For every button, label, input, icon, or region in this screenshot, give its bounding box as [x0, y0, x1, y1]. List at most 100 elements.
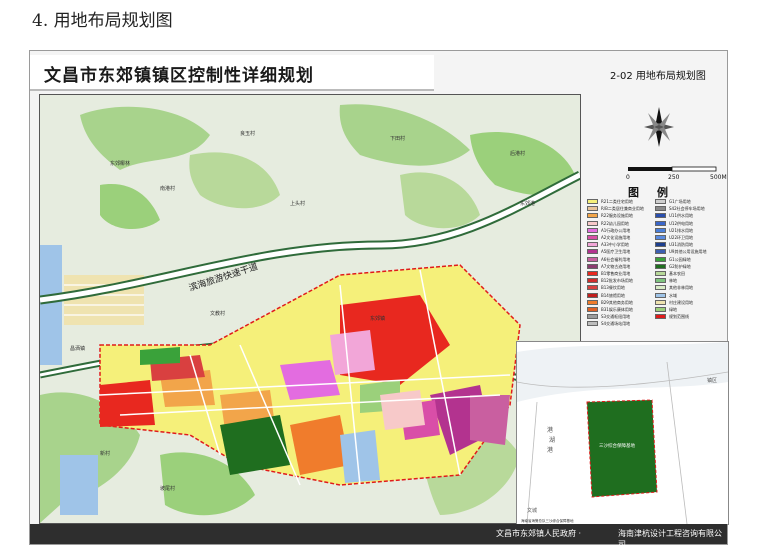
legend-label: U31消防用地: [669, 242, 694, 248]
sheet-number: 2-02 用地布局规划图: [610, 71, 706, 82]
legend-swatch: [655, 314, 666, 320]
legend-swatch: [655, 227, 666, 233]
legend-swatch: [587, 292, 598, 298]
place-label: 上头村: [290, 200, 305, 207]
land-use-map: 滨海旅游快速干道 东郊椰林 东郊镇 良玉村 下田村 后港村 南港村 东郊港 上头…: [39, 94, 581, 524]
legend-label: 规划范围线: [669, 314, 689, 320]
legend-label: 绿地: [669, 307, 677, 312]
inset-label: 港: [547, 446, 553, 454]
legend-item: U11供水用地: [655, 213, 693, 219]
page-heading: 4. 用地布局规划图: [32, 11, 173, 31]
title-band: 文昌市东郊镇镇区控制性详细规划: [30, 55, 434, 91]
legend-label: B13餐饮用地: [601, 285, 625, 291]
legend-label: R22幼儿园用地: [601, 220, 629, 226]
legend-swatch: [655, 299, 666, 305]
legend-item: B31娱乐康体用地: [587, 307, 633, 313]
legend-swatch: [587, 206, 598, 212]
legend-item: B29其他商务用地: [587, 299, 633, 306]
legend-swatch: [655, 220, 666, 226]
place-label: 文教村: [210, 310, 225, 317]
scale-label: 250: [668, 174, 680, 181]
plan-title: 文昌市东郊镇镇区控制性详细规划: [44, 66, 314, 86]
legend-label: U22环卫用地: [669, 235, 694, 240]
legend-label: U9其他公用设施用地: [669, 249, 707, 255]
legend-label: B14旅馆用地: [601, 292, 625, 298]
legend-item: A2文化设施用地: [587, 235, 630, 241]
legend-swatch: [587, 285, 598, 291]
legend-swatch: [655, 199, 666, 204]
legend-item: R/B二类居住兼商业用地: [587, 206, 644, 212]
legend-swatch: [587, 307, 598, 312]
legend-item: G1广场用地: [655, 199, 691, 205]
legend-swatch: [587, 242, 598, 248]
legend-swatch: [587, 321, 598, 327]
legend-item: 规划范围线: [655, 314, 689, 320]
legend-swatch: [587, 314, 598, 320]
legend-label: G1广场用地: [669, 199, 691, 204]
legend-item: B12批发市场用地: [587, 278, 633, 284]
legend-label: U12供电用地: [669, 220, 694, 226]
footer-bar: 文昌市东郊镇人民政府 · 海南津杭设计工程咨询有限公司: [30, 524, 727, 549]
legend-item: U21排水用地: [655, 227, 693, 234]
legend-swatch: [587, 213, 598, 219]
north-arrow-icon: [644, 107, 674, 147]
legend-label: A2文化设施用地: [601, 235, 631, 240]
footer-government: 文昌市东郊镇人民政府 ·: [496, 529, 582, 538]
legend-swatch: [587, 249, 598, 255]
legend-item: 村庄建设用地: [655, 299, 693, 306]
legend-item: G1公园绿地: [655, 256, 691, 263]
legend-label: R22服务设施用地: [601, 213, 633, 219]
legend-swatch: [587, 278, 598, 284]
legend-label: 基本农田: [669, 271, 685, 276]
inset-label: 镇区: [707, 377, 717, 384]
legend-item: 其他非林用地: [655, 285, 693, 291]
legend-label: 林地: [669, 278, 677, 284]
legend-item: R22幼儿园用地: [587, 220, 629, 227]
legend-item: B1零售商业用地: [587, 271, 630, 277]
place-label: 新村: [100, 450, 110, 457]
scale-label: 0: [626, 174, 630, 181]
inset-zone-label: 三沙综合保障基地: [599, 442, 635, 449]
legend-label: R/B二类居住兼商业用地: [601, 206, 644, 212]
legend-item: R21二类住宅用地: [587, 199, 633, 205]
legend-item: S4交通场站用地: [587, 321, 630, 327]
legend-item: 基本农田: [655, 271, 685, 277]
legend-item: A7文物古迹用地: [587, 263, 630, 270]
legend-swatch: [655, 278, 666, 284]
legend-item: S42社会停车场用地: [655, 206, 705, 212]
legend-label: A5医疗卫生用地: [601, 249, 631, 255]
inset-map: 港 湖 港 镇区 文城 三沙综合保障基地 海南省海警总队三沙综合保障基地: [516, 341, 729, 525]
legend-item: G2防护绿地: [655, 263, 691, 270]
legend-label: R21二类住宅用地: [601, 199, 633, 204]
legend-swatch: [655, 271, 666, 276]
legend-item: U22环卫用地: [655, 235, 693, 241]
place-label: 良玉村: [240, 130, 255, 137]
legend-title: 图例: [628, 186, 686, 199]
legend-swatch: [587, 256, 598, 262]
legend-item: B13餐饮用地: [587, 285, 625, 291]
legend-item: A33中小学用地: [587, 242, 629, 248]
plan-sheet: 文昌市东郊镇镇区控制性详细规划 2-02 用地布局规划图 滨海旅游快速干道 东郊…: [29, 50, 729, 549]
place-label: 东郊港: [520, 200, 535, 207]
legend-label: 其他非林用地: [669, 285, 693, 291]
legend-item: R22服务设施用地: [587, 213, 633, 219]
legend-swatch: [587, 220, 598, 226]
legend-swatch: [655, 285, 666, 291]
legend-item: A5医疗卫生用地: [587, 249, 630, 255]
legend-item: B14旅馆用地: [587, 292, 625, 299]
legend-swatch: [587, 271, 598, 276]
place-label: 东郊镇: [370, 315, 385, 322]
legend-item: A1行政办公用地: [587, 227, 630, 234]
legend-item: U12供电用地: [655, 220, 694, 227]
legend-item: S3交通枢纽用地: [587, 314, 630, 320]
legend-label: A6社会福利用地: [601, 256, 631, 262]
place-label: 坡尾村: [160, 485, 175, 492]
inset-label: 湖: [549, 436, 555, 444]
legend-swatch: [655, 263, 666, 269]
place-label: 东郊椰林: [110, 160, 130, 167]
legend-label: B29其他商务用地: [601, 299, 633, 305]
inset-map-canvas: 港 湖 港 镇区 文城 三沙综合保障基地 海南省海警总队三沙综合保障基地: [517, 342, 728, 524]
inset-label: 文城: [527, 507, 537, 514]
legend-label: S42社会停车场用地: [669, 206, 705, 212]
legend-swatch: [655, 249, 666, 255]
